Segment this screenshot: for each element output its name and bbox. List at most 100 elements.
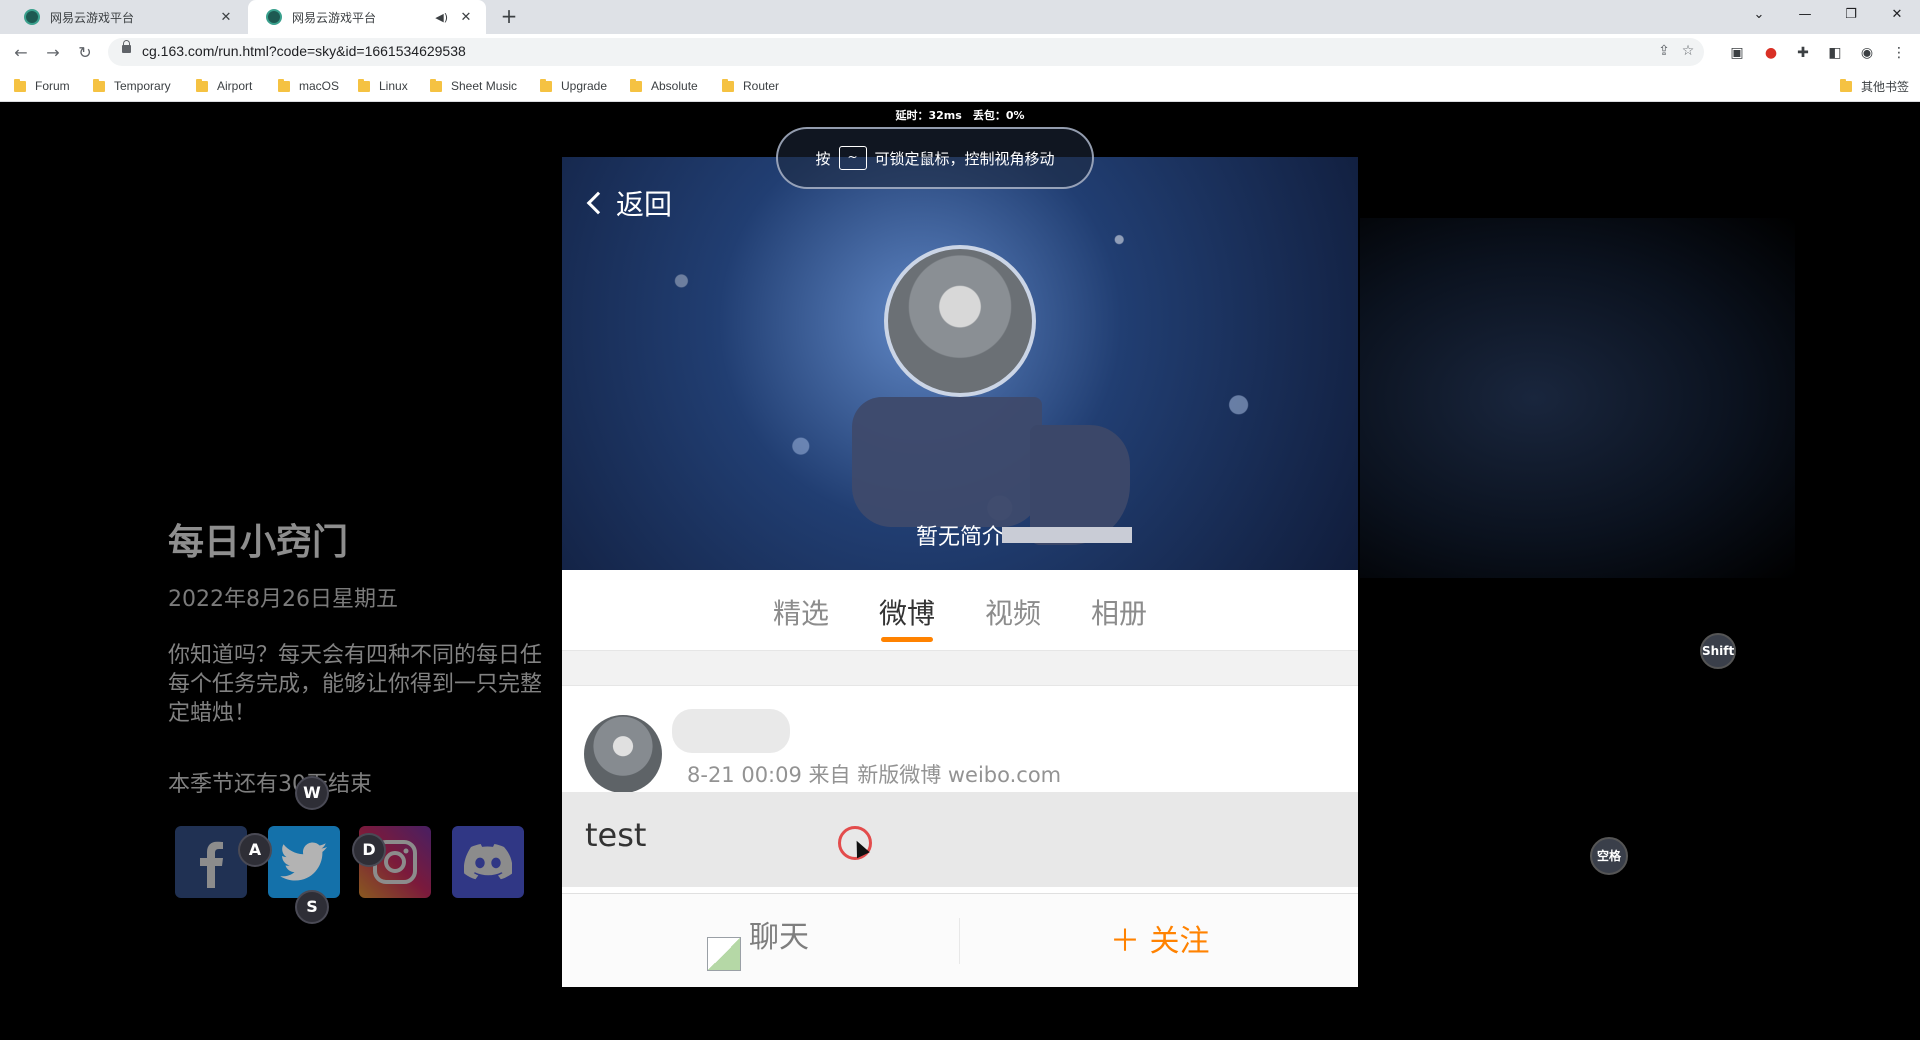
tips-description: 你知道吗？每天会有四种不同的每日任每个任务完成，能够让你得到一只完整定蜡烛！ (168, 643, 543, 726)
key-badge-space: 空格 (1590, 837, 1628, 875)
game-stream[interactable]: 延时：32ms 丢包：0% 每日小窍门 2022年8月26日星期五 你知道吗？每… (0, 103, 1920, 1040)
post-header: 8-21 00:09 来自 新版微博 weibo.com (562, 687, 1358, 793)
close-icon[interactable]: ✕ (218, 10, 234, 25)
background-scene (1360, 218, 1795, 578)
browser-toolbar: ← → ↻ cg.163.com/run.html?code=sky&id=16… (0, 34, 1920, 70)
bookmark-label: macOS (299, 79, 340, 93)
netease-cloud-game-icon (24, 9, 40, 25)
browser-tab-2[interactable]: 网易云游戏平台 ◀) ✕ (248, 0, 486, 34)
url-text: cg.163.com/run.html?code=sky&id=16615346… (142, 43, 466, 59)
bookmark-airport[interactable]: Airport (196, 76, 252, 96)
window-close-icon[interactable]: ✕ (1874, 0, 1920, 30)
redacted-area (1002, 527, 1132, 543)
speaker-icon[interactable]: ◀) (435, 11, 448, 24)
tab-album[interactable]: 相册 (1091, 592, 1147, 642)
redacted-area (852, 397, 1042, 527)
back-icon[interactable]: ← (8, 40, 34, 66)
bookmark-router[interactable]: Router (722, 76, 779, 96)
facebook-icon[interactable] (175, 826, 247, 898)
adblock-extension-icon[interactable]: ● (1760, 42, 1782, 64)
profile-action-bar: 聊天 ＋ 关注 (562, 893, 1358, 987)
section-divider (562, 650, 1358, 686)
chat-label: 聊天 (749, 920, 809, 955)
key-badge-shift: Shift (1700, 633, 1736, 669)
bookmark-label: Temporary (114, 79, 171, 93)
follow-button[interactable]: ＋ 关注 (1110, 916, 1210, 960)
profile-avatar-icon[interactable]: ◉ (1856, 42, 1878, 64)
folder-icon (630, 78, 642, 92)
bookmark-label: Sheet Music (451, 79, 518, 93)
netease-cloud-game-icon (266, 9, 282, 25)
folder-icon (358, 78, 370, 92)
key-badge-s: S (295, 890, 329, 924)
new-tab-button[interactable]: + (496, 5, 522, 29)
restore-icon[interactable]: ❐ (1828, 0, 1874, 30)
hint-prefix: 按 (815, 149, 831, 168)
close-icon[interactable]: ✕ (458, 10, 474, 25)
bookmark-label: Upgrade (561, 79, 608, 93)
bookmark-other[interactable]: 其他书签 (1840, 76, 1909, 96)
bookmark-label: Forum (35, 79, 70, 93)
bookmark-upgrade[interactable]: Upgrade (540, 76, 607, 96)
hint-text: 可锁定鼠标，控制视角移动 (874, 149, 1055, 168)
bookmark-label: Airport (217, 79, 253, 93)
folder-icon (430, 78, 442, 92)
tab-strip: 网易云游戏平台 ✕ 网易云游戏平台 ◀) ✕ + ⌄ — ❐ ✕ (0, 0, 1920, 34)
bookmark-label: Router (743, 79, 780, 93)
bookmarks-bar: Forum Temporary Airport macOS Linux Shee… (0, 70, 1920, 102)
bookmark-linux[interactable]: Linux (358, 76, 408, 96)
tilde-key-icon: ~ (838, 146, 867, 170)
post-content[interactable]: test (562, 792, 1358, 887)
mouse-lock-hint: 按 ~ 可锁定鼠标，控制视角移动 (776, 127, 1094, 189)
tab-title: 网易云游戏平台 (292, 10, 377, 25)
chat-button[interactable]: 聊天 (707, 912, 809, 971)
folder-icon (14, 78, 26, 92)
minimize-icon[interactable]: — (1782, 0, 1828, 30)
season-countdown: 本季节还有30天结束 (168, 772, 372, 797)
tab-video[interactable]: 视频 (985, 592, 1041, 642)
bookmark-absolute[interactable]: Absolute (630, 76, 698, 96)
divider (959, 918, 960, 964)
back-button[interactable]: 返回 (586, 183, 673, 223)
puzzle-extensions-icon[interactable]: ✚ (1792, 42, 1814, 64)
folder-icon (722, 78, 734, 92)
key-badge-w: W (295, 776, 329, 810)
forward-icon[interactable]: → (40, 40, 66, 66)
profile-tabs: 精选 微博 视频 相册 (562, 570, 1358, 650)
network-status: 延时：32ms 丢包：0% (895, 109, 1025, 122)
avatar[interactable] (584, 715, 662, 793)
profile-bio: 暂无简介 (915, 525, 1004, 550)
side-panel-icon[interactable]: ◧ (1824, 42, 1846, 64)
reload-icon[interactable]: ↻ (72, 40, 98, 66)
lock-icon[interactable] (122, 40, 131, 53)
extension-icon[interactable]: ▣ (1726, 42, 1748, 64)
folder-icon (278, 78, 290, 92)
chevron-left-icon (586, 191, 610, 215)
weibo-profile-panel: 返回 暂无简介 精选 微博 视频 相册 8-21 00:09 来自 新版微博 w… (562, 157, 1358, 987)
discord-icon[interactable] (452, 826, 524, 898)
bookmark-label: Absolute (651, 79, 698, 93)
bookmark-label: Linux (379, 79, 408, 93)
key-badge-d: D (352, 833, 386, 867)
browser-tab-1[interactable]: 网易云游戏平台 ✕ (6, 0, 246, 34)
address-bar[interactable]: cg.163.com/run.html?code=sky&id=16615346… (108, 38, 1704, 66)
folder-icon (93, 78, 105, 92)
tab-featured[interactable]: 精选 (773, 592, 829, 642)
bookmark-sheet-music[interactable]: Sheet Music (430, 76, 517, 96)
profile-avatar[interactable] (884, 245, 1036, 397)
tab-weibo[interactable]: 微博 (879, 592, 935, 642)
redacted-username (672, 709, 790, 753)
post-meta: 8-21 00:09 来自 新版微博 weibo.com (687, 763, 1062, 787)
tab-search-icon[interactable]: ⌄ (1736, 0, 1782, 30)
tab-title: 网易云游戏平台 (50, 10, 135, 25)
twitter-icon[interactable] (268, 826, 340, 898)
menu-kebab-icon[interactable]: ⋮ (1888, 42, 1910, 64)
back-label: 返回 (616, 188, 673, 221)
bookmark-forum[interactable]: Forum (14, 76, 70, 96)
share-icon[interactable]: ⇪ (1654, 43, 1674, 61)
key-badge-a: A (238, 833, 272, 867)
bookmark-temporary[interactable]: Temporary (93, 76, 171, 96)
bookmark-macos[interactable]: macOS (278, 76, 339, 96)
bookmark-star-icon[interactable]: ☆ (1678, 43, 1698, 61)
folder-icon (196, 78, 208, 92)
